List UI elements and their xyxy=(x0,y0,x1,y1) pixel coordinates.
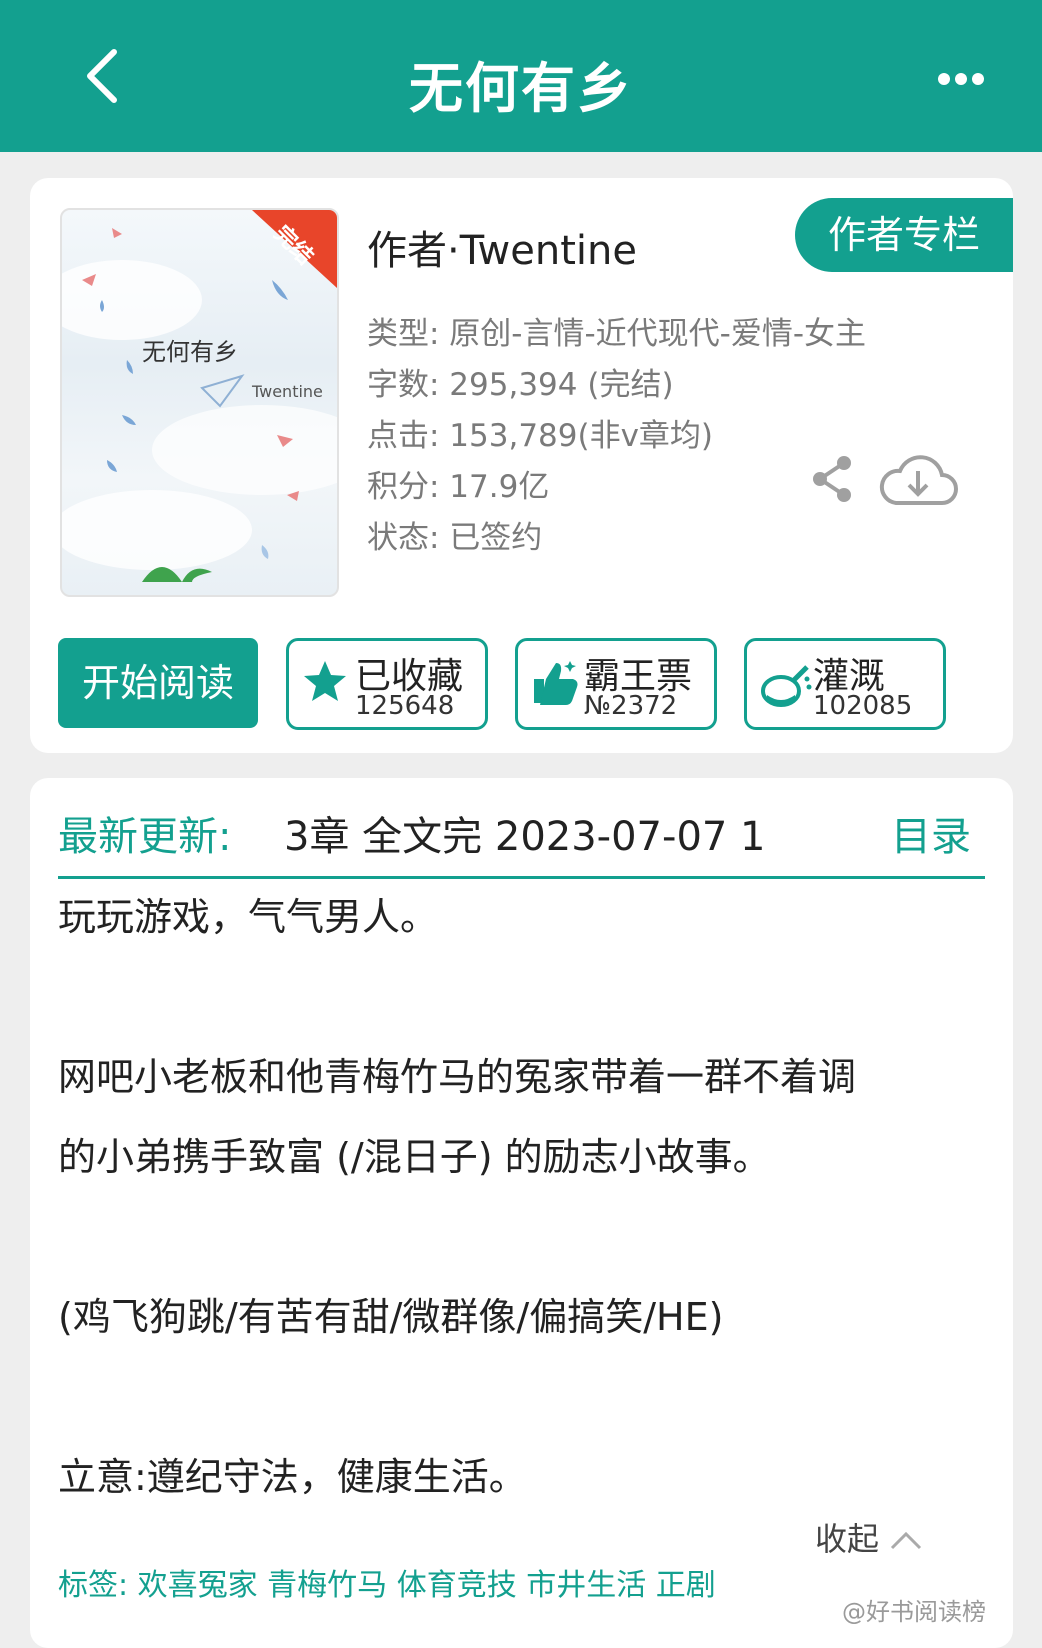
bawang-ticket-button[interactable]: 霸王票 №2372 xyxy=(515,638,717,730)
tags-line[interactable]: 标签: 欢喜冤家 青梅竹马 体育竞技 市井生活 正剧 xyxy=(58,1560,716,1604)
watering-flask-icon xyxy=(761,665,812,707)
book-clicks: 点击: 153,789(非v章均) xyxy=(367,418,714,454)
latest-update-row[interactable]: 最新更新: 3章 全文完 2023-07-07 1 目录 xyxy=(58,798,985,878)
book-points: 积分: 17.9亿 xyxy=(367,469,550,505)
thumbs-up-icon xyxy=(534,661,578,705)
description-line: 立意:遵纪守法，健康生活。 xyxy=(58,1455,527,1499)
watermark: @好书阅读榜 xyxy=(842,1598,986,1626)
top-app-bar: 无何有乡 xyxy=(0,0,1042,152)
cover-title: 无何有乡 xyxy=(142,338,238,366)
description-line: 网吧小老板和他青梅竹马的冤家带着一群不着调 xyxy=(58,1055,857,1099)
collapse-button[interactable]: 收起 xyxy=(815,1514,923,1560)
author-column-button[interactable]: 作者专栏 xyxy=(795,198,1013,272)
description-line: (鸡飞狗跳/有苦有甜/微群像/偏搞笑/HE) xyxy=(58,1295,724,1339)
divider xyxy=(58,876,985,879)
bawang-rank: №2372 xyxy=(584,691,678,721)
cloud-download-icon[interactable] xyxy=(878,453,958,511)
book-word-count: 字数: 295,394 (完结) xyxy=(367,367,674,403)
book-genre: 类型: 原创-言情-近代现代-爱情-女主 xyxy=(367,316,867,352)
water-button[interactable]: 灌溉 102085 xyxy=(744,638,946,730)
chevron-up-icon xyxy=(891,1531,922,1550)
water-count: 102085 xyxy=(813,691,913,721)
book-cover[interactable]: 无何有乡 Twentine 完结 xyxy=(60,208,339,597)
page-title: 无何有乡 xyxy=(409,57,633,120)
share-icon[interactable] xyxy=(808,453,856,505)
book-detail-card: 最新更新: 3章 全文完 2023-07-07 1 目录 玩玩游戏，气气男人。 … xyxy=(30,778,1013,1648)
book-info-card: 无何有乡 Twentine 完结 作者·Twentine 作者专栏 类型: 原创… xyxy=(30,178,1013,753)
table-of-contents-link[interactable]: 目录 xyxy=(891,804,971,862)
latest-update-marquee[interactable]: 3章 全文完 2023-07-07 1 xyxy=(284,804,766,862)
latest-update-label: 最新更新: xyxy=(58,814,232,860)
author-name[interactable]: 作者·Twentine xyxy=(367,218,637,276)
star-icon xyxy=(304,661,346,701)
book-status: 状态: 已签约 xyxy=(367,520,543,556)
favorite-button[interactable]: 已收藏 125648 xyxy=(286,638,488,730)
start-reading-button[interactable]: 开始阅读 xyxy=(58,638,258,728)
description-line: 玩玩游戏，气气男人。 xyxy=(58,895,439,939)
description-line: 的小弟携手致富 (/混日子) 的励志小故事。 xyxy=(58,1135,771,1179)
collapse-label: 收起 xyxy=(815,1520,880,1558)
cover-author: Twentine xyxy=(252,382,323,401)
more-dots-icon[interactable] xyxy=(936,64,986,94)
favorite-count: 125648 xyxy=(355,691,455,721)
